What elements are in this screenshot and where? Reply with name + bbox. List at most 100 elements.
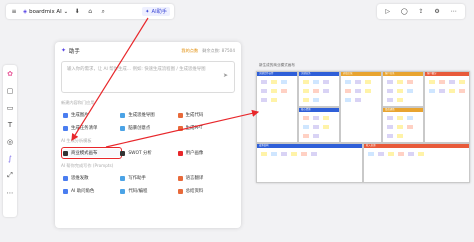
menu-icon[interactable]: ≡ bbox=[10, 8, 18, 16]
sticky-note[interactable] bbox=[449, 80, 455, 84]
items1-item[interactable]: 生成思维导图 bbox=[120, 111, 177, 119]
comment-icon[interactable]: ◯ bbox=[401, 8, 408, 15]
items3-item[interactable]: 语言翻译 bbox=[177, 174, 235, 182]
tag-icon[interactable]: ⌂ bbox=[86, 8, 94, 16]
send-icon[interactable]: ➤ bbox=[223, 72, 230, 79]
items1-item[interactable]: 生成任务清单 bbox=[63, 124, 120, 132]
items1-item[interactable]: 生成PPT bbox=[177, 124, 235, 132]
sticky-note[interactable] bbox=[397, 80, 403, 84]
sticky-note[interactable] bbox=[313, 80, 319, 84]
sticky-note[interactable] bbox=[303, 80, 309, 84]
sticky-note[interactable] bbox=[311, 152, 317, 156]
sticky-note[interactable] bbox=[407, 116, 413, 120]
sticky-note[interactable] bbox=[418, 152, 424, 156]
sticky-note[interactable] bbox=[459, 80, 465, 84]
sticky-note[interactable] bbox=[313, 98, 319, 102]
sticky-note[interactable] bbox=[281, 80, 287, 84]
sticky-note[interactable] bbox=[323, 125, 329, 129]
canvas-block[interactable]: 关键合作伙伴 bbox=[256, 71, 298, 143]
frame-icon[interactable]: ▢ bbox=[6, 86, 15, 95]
sticky-note[interactable] bbox=[378, 152, 384, 156]
sticky-note[interactable] bbox=[303, 116, 309, 120]
sticky-note[interactable] bbox=[291, 152, 297, 156]
sticky-note[interactable] bbox=[271, 152, 277, 156]
sticky-note[interactable] bbox=[387, 116, 393, 120]
ai-assistant-button[interactable]: ✦ AI助手 bbox=[142, 7, 170, 16]
sticky-note[interactable] bbox=[365, 89, 371, 93]
items3-item[interactable]: 写作助手 bbox=[120, 174, 177, 182]
download-icon[interactable]: ⬇ bbox=[73, 8, 81, 16]
sticky-note[interactable] bbox=[407, 80, 413, 84]
sticky-note[interactable] bbox=[429, 89, 435, 93]
sticky-note[interactable] bbox=[387, 98, 393, 102]
sticky-note[interactable] bbox=[323, 89, 329, 93]
sticky-note[interactable] bbox=[261, 80, 267, 84]
sticky-note[interactable] bbox=[449, 89, 455, 93]
sticky-note[interactable] bbox=[261, 152, 267, 156]
prompt-input[interactable]: 输入你的需求，让 AI 帮你生成… 例如: 快速生成流程图 / 生成思维导图 ➤ bbox=[61, 61, 235, 93]
sticky-note[interactable] bbox=[323, 116, 329, 120]
pen-icon[interactable]: ∫ bbox=[6, 154, 15, 163]
canvas-block[interactable]: 成本结构 bbox=[256, 143, 363, 183]
brand[interactable]: ◈ boardmix AI ⌄ bbox=[23, 9, 68, 15]
items1-item[interactable]: 生成图片 bbox=[63, 111, 120, 119]
sticky-note[interactable] bbox=[303, 89, 309, 93]
sticky-note[interactable] bbox=[365, 80, 371, 84]
credits-label[interactable]: 我的点数 bbox=[181, 48, 198, 54]
sticky-note[interactable] bbox=[313, 125, 319, 129]
sticky-note[interactable] bbox=[271, 98, 277, 102]
sticky-note[interactable] bbox=[355, 98, 361, 102]
sticky-note[interactable] bbox=[397, 125, 403, 129]
sticky-note[interactable] bbox=[397, 134, 403, 138]
items1-item[interactable]: 生成代码 bbox=[177, 111, 235, 119]
canvas-block[interactable]: 收入来源 bbox=[363, 143, 470, 183]
sticky-note[interactable] bbox=[439, 80, 445, 84]
sticky-note[interactable] bbox=[397, 89, 403, 93]
items3-item[interactable]: 思维发散 bbox=[63, 174, 120, 182]
sticky-note[interactable] bbox=[345, 98, 351, 102]
template-icon[interactable]: ✿ bbox=[6, 69, 15, 78]
sticky-note[interactable] bbox=[397, 116, 403, 120]
sticky-note[interactable] bbox=[459, 89, 465, 93]
sticky-note[interactable] bbox=[387, 125, 393, 129]
settings-icon[interactable]: ⚙ bbox=[434, 8, 439, 15]
sticky-note[interactable] bbox=[261, 89, 267, 93]
items3-item[interactable]: 总结资料 bbox=[177, 187, 235, 195]
sticky-note[interactable] bbox=[313, 134, 319, 138]
sticky-note[interactable] bbox=[355, 89, 361, 93]
sticky-note[interactable] bbox=[303, 98, 309, 102]
canvas-block[interactable]: 渠道通路 bbox=[382, 107, 424, 143]
sticky-note[interactable] bbox=[313, 89, 319, 93]
sticky-note[interactable] bbox=[261, 98, 267, 102]
sticky-note[interactable] bbox=[429, 80, 435, 84]
items1-item[interactable]: 脑暴创意点 bbox=[120, 124, 177, 132]
sticky-note[interactable] bbox=[408, 152, 414, 156]
sticky-note[interactable] bbox=[387, 80, 393, 84]
connector-icon[interactable]: ⤢ bbox=[6, 171, 15, 180]
items2-item[interactable]: 用户画像 bbox=[177, 149, 235, 157]
sticky-note[interactable] bbox=[313, 116, 319, 120]
more-icon[interactable]: ⋯ bbox=[451, 8, 457, 15]
sticky-note[interactable] bbox=[407, 125, 413, 129]
sticky-note[interactable] bbox=[387, 134, 393, 138]
sticky-note[interactable] bbox=[387, 89, 393, 93]
sticky-note[interactable] bbox=[388, 152, 394, 156]
sticky-note[interactable] bbox=[301, 152, 307, 156]
items2-item[interactable]: SWOT 分析 bbox=[120, 149, 177, 157]
business-model-canvas[interactable]: 关键合作伙伴 关键业务 价值主张 客户关系 客户细分 核心资源 渠道通路 成本结构 收入来源 bbox=[256, 71, 470, 183]
sticky-note[interactable] bbox=[281, 152, 287, 156]
sticky-note[interactable] bbox=[271, 80, 277, 84]
sticky-note[interactable] bbox=[397, 98, 403, 102]
canvas-block[interactable]: 客户关系 bbox=[382, 71, 424, 107]
canvas-block[interactable]: 核心资源 bbox=[298, 107, 340, 143]
note-icon[interactable]: ▭ bbox=[6, 103, 15, 112]
sticky-note[interactable] bbox=[303, 134, 309, 138]
sticky-note[interactable] bbox=[345, 80, 351, 84]
play-icon[interactable]: ▷ bbox=[385, 8, 390, 15]
search-icon[interactable]: ⌕ bbox=[99, 8, 107, 16]
sticky-note[interactable] bbox=[398, 152, 404, 156]
canvas-block[interactable]: 价值主张 bbox=[340, 71, 382, 143]
sticky-note[interactable] bbox=[439, 89, 445, 93]
shape-icon[interactable]: ◎ bbox=[6, 137, 15, 146]
sticky-note[interactable] bbox=[355, 80, 361, 84]
